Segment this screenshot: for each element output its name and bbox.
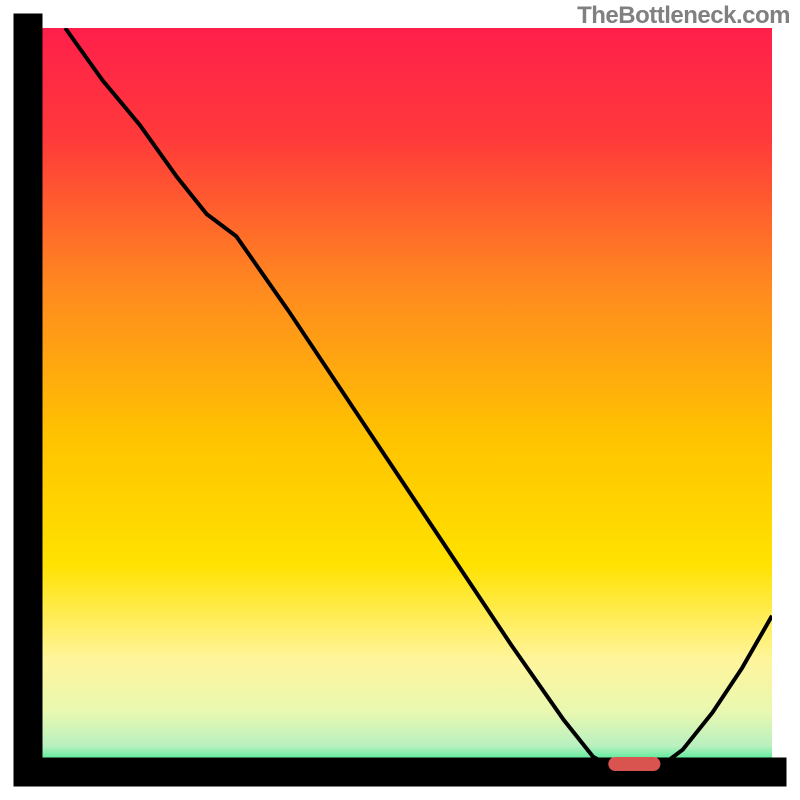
optimal-range-marker [608, 757, 660, 771]
chart-svg [0, 0, 800, 800]
bottleneck-chart: TheBottleneck.com [0, 0, 800, 800]
heat-gradient-bg [28, 28, 772, 772]
